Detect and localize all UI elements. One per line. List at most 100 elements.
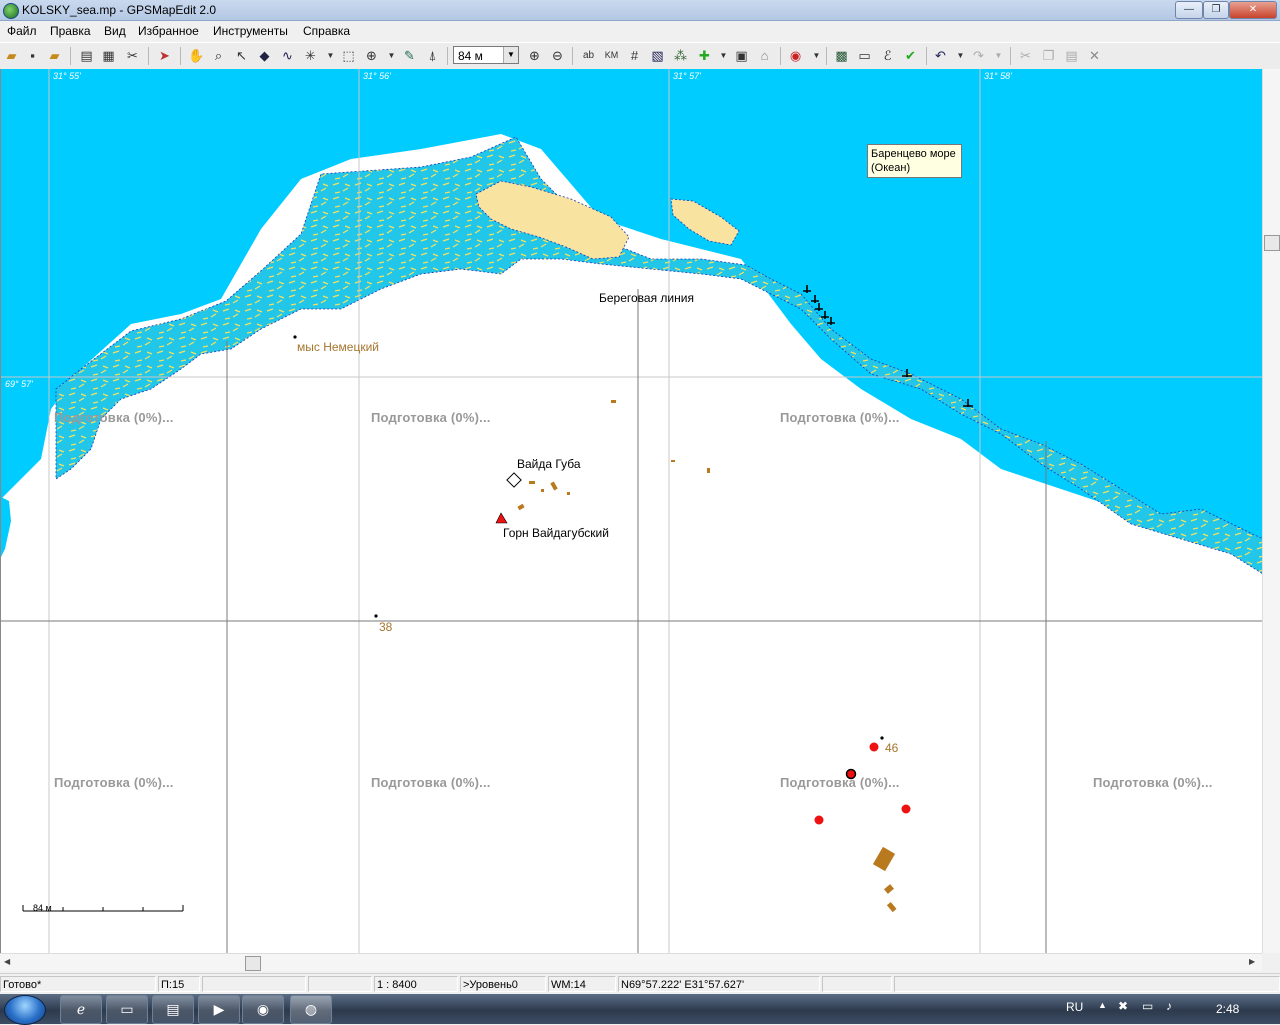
- menu-favorites[interactable]: Избранное: [138, 24, 199, 38]
- vertical-scrollbar[interactable]: [1262, 69, 1280, 953]
- gps-globe-icon[interactable]: ◉: [787, 47, 804, 64]
- bay-marker: [506, 472, 522, 488]
- menu-tools[interactable]: Инструменты: [213, 24, 288, 38]
- grid-label-lon-4: 31° 58': [984, 71, 1012, 81]
- preparing-label: Подготовка (0%)...: [780, 775, 900, 790]
- menu-view[interactable]: Вид: [104, 24, 126, 38]
- network-error-icon[interactable]: ✖: [1118, 999, 1128, 1013]
- grid-label-lon-2: 31° 56': [363, 71, 391, 81]
- title-bar: KOLSKY_sea.mp - GPSMapEdit 2.0 — ❐ ✕: [0, 0, 1280, 21]
- polyline-icon[interactable]: ∿: [279, 47, 296, 64]
- preparing-label: Подготовка (0%)...: [54, 410, 174, 425]
- label-coastline: Береговая линия: [599, 291, 694, 305]
- transform-icon[interactable]: ⊕: [363, 47, 380, 64]
- explorer-folder-icon[interactable]: ▭: [106, 995, 148, 1024]
- menu-edit[interactable]: Правка: [50, 24, 91, 38]
- add-file-icon[interactable]: ▰: [46, 47, 63, 64]
- select-arrow-icon[interactable]: ↖: [233, 47, 250, 64]
- preparing-label: Подготовка (0%)...: [371, 775, 491, 790]
- delete-icon[interactable]: ✕: [1086, 47, 1103, 64]
- scroll-right-icon[interactable]: ▶: [1249, 957, 1255, 966]
- clock[interactable]: 2:48: [1216, 1002, 1239, 1016]
- open-folder-icon[interactable]: ▰: [3, 47, 20, 64]
- tray-expand-icon[interactable]: ▲: [1098, 1000, 1107, 1010]
- status-bar: Готово* П:15 1 : 8400 >Уровень0 WM:14 N6…: [0, 973, 1280, 995]
- zoom-select-icon[interactable]: ⌕: [210, 47, 227, 64]
- scroll-left-icon[interactable]: ◀: [4, 957, 10, 966]
- window-title: KOLSKY_sea.mp - GPSMapEdit 2.0: [22, 3, 217, 17]
- zoom-out-icon[interactable]: ⊖: [549, 47, 566, 64]
- tooltip-line-1: Баренцево море: [871, 148, 956, 160]
- hand-tool-icon[interactable]: ✋: [188, 47, 205, 64]
- dropdown-icon-2[interactable]: ▼: [383, 47, 400, 64]
- status-coordinates: N69°57.222' E31°57.627': [618, 976, 820, 992]
- dropdown-icon[interactable]: ▼: [322, 47, 339, 64]
- scale-value: 84 м: [458, 49, 483, 63]
- label-mountain: Горн Вайдагубский: [503, 526, 609, 540]
- nodes-icon[interactable]: ⁂: [672, 47, 689, 64]
- house-icon[interactable]: ⌂: [756, 47, 773, 64]
- ie-icon[interactable]: ℯ: [60, 995, 102, 1024]
- raster-icon[interactable]: ▩: [833, 47, 850, 64]
- hatch-icon[interactable]: ▧: [649, 47, 666, 64]
- menu-file[interactable]: Файл: [7, 24, 37, 38]
- status-ready: Готово*: [0, 976, 156, 992]
- horizontal-scrollbar[interactable]: ◀ ▶: [0, 953, 1262, 971]
- media-player-icon[interactable]: ▶: [198, 995, 240, 1024]
- label-icon[interactable]: ⍋: [424, 47, 441, 64]
- zoom-in-icon[interactable]: ⊕: [526, 47, 543, 64]
- map-canvas[interactable]: 31° 55' 31° 56' 31° 57' 31° 58' 69° 57' …: [0, 69, 1263, 953]
- minimize-button[interactable]: —: [1175, 1, 1203, 19]
- start-button[interactable]: [4, 995, 46, 1025]
- volume-icon[interactable]: ♪: [1166, 999, 1172, 1013]
- copy-icon[interactable]: ❐: [1040, 47, 1057, 64]
- chevron-down-icon[interactable]: ▼: [503, 47, 518, 63]
- vertical-scroll-thumb[interactable]: [1264, 235, 1280, 251]
- gpsmapedit-task-icon[interactable]: ◍: [290, 995, 332, 1024]
- horizontal-scroll-thumb[interactable]: [245, 956, 261, 971]
- close-button[interactable]: ✕: [1229, 1, 1277, 19]
- maximize-button[interactable]: ❐: [1203, 1, 1229, 19]
- paste-icon[interactable]: ▤: [1063, 47, 1080, 64]
- properties-icon[interactable]: ▤: [78, 47, 95, 64]
- tools-icon[interactable]: ✂: [124, 47, 141, 64]
- grid-label-lon-3: 31° 57': [673, 71, 701, 81]
- audit-icon[interactable]: ✔: [902, 47, 919, 64]
- preparing-label: Подготовка (0%)...: [54, 775, 174, 790]
- firefox-icon[interactable]: ◉: [242, 995, 284, 1024]
- undo-dropdown-icon[interactable]: ▼: [952, 47, 969, 64]
- status-scale: 1 : 8400: [374, 976, 458, 992]
- dropdown-icon-3[interactable]: ▼: [715, 47, 732, 64]
- sea-left-edge: [1, 497, 11, 557]
- scale-combo[interactable]: 84 м ▼: [453, 46, 519, 64]
- cut-icon[interactable]: ✂: [1017, 47, 1034, 64]
- status-empty-2: [308, 976, 372, 992]
- grid-toggle-icon[interactable]: #: [626, 47, 643, 64]
- grid-label-lat: 69° 57': [5, 379, 33, 389]
- track-icon[interactable]: ℰ: [879, 47, 896, 64]
- print-icon[interactable]: ▦: [100, 47, 117, 64]
- status-empty-4: [894, 976, 1280, 992]
- device-icon[interactable]: ▣: [733, 47, 750, 64]
- route-icon[interactable]: ➤: [156, 47, 173, 64]
- label-point-46: 46: [885, 741, 899, 755]
- measure-icon[interactable]: ✎: [401, 47, 418, 64]
- labels-toggle-icon[interactable]: ab: [580, 47, 597, 64]
- waypoint-icon[interactable]: ✚: [696, 47, 713, 64]
- page-icon[interactable]: ▭: [856, 47, 873, 64]
- select-rect-icon[interactable]: ⬚: [340, 47, 357, 64]
- redo-dropdown-icon[interactable]: ▼: [990, 47, 1007, 64]
- edit-nodes-icon[interactable]: ◆: [256, 47, 273, 64]
- dropdown-icon-4[interactable]: ▼: [808, 47, 825, 64]
- undo-icon[interactable]: ↶: [932, 47, 949, 64]
- redo-icon[interactable]: ↷: [970, 47, 987, 64]
- save-icon[interactable]: ▪: [24, 47, 41, 64]
- menu-help[interactable]: Справка: [303, 24, 350, 38]
- language-indicator[interactable]: RU: [1066, 1000, 1083, 1014]
- create-point-icon[interactable]: ✳: [302, 47, 319, 64]
- label-point-38: 38: [379, 620, 393, 634]
- scale-toggle-icon[interactable]: KM: [603, 47, 620, 64]
- power-icon[interactable]: ▭: [1142, 999, 1153, 1013]
- status-level: >Уровень0: [460, 976, 546, 992]
- notepad-icon[interactable]: ▤: [152, 995, 194, 1024]
